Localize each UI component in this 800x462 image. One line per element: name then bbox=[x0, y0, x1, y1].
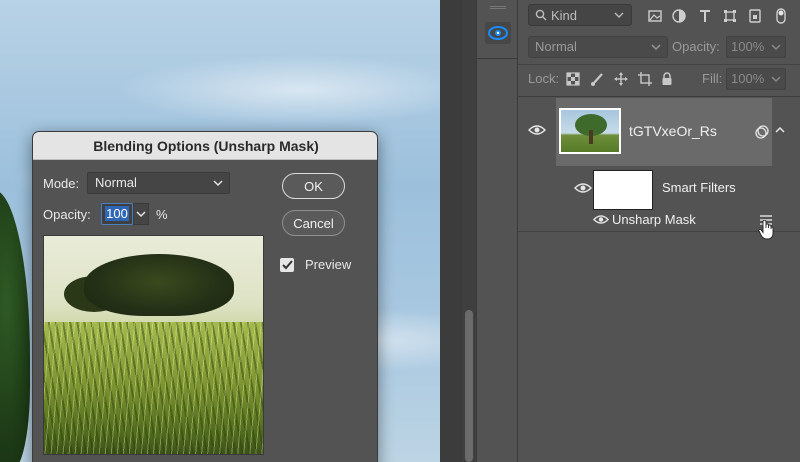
lock-image-pixels-icon[interactable] bbox=[588, 70, 606, 88]
fill-label: Fill: bbox=[702, 71, 723, 86]
smart-filters-label: Smart Filters bbox=[662, 180, 736, 195]
lock-position-icon[interactable] bbox=[612, 70, 630, 88]
cancel-button[interactable]: Cancel bbox=[282, 210, 345, 236]
kind-filter-select[interactable]: Kind bbox=[528, 4, 632, 26]
opacity-slider-dropdown[interactable] bbox=[133, 203, 149, 225]
opacity-percent-unit: % bbox=[156, 207, 168, 222]
adjustment-filter-icon[interactable] bbox=[670, 7, 688, 25]
lock-all-icon[interactable] bbox=[658, 70, 676, 88]
lock-label: Lock: bbox=[528, 71, 560, 86]
pixel-filter-icon[interactable] bbox=[646, 7, 664, 25]
dialog-opacity-label: Opacity: bbox=[43, 207, 91, 222]
chevron-down-icon bbox=[136, 211, 146, 217]
layer-opacity-label: Opacity: bbox=[672, 39, 720, 54]
layers-panel: Kind Normal Opacity: 100% Lock: Fill: 10… bbox=[518, 0, 800, 462]
eye-icon[interactable] bbox=[593, 214, 609, 225]
layer-name[interactable]: tGTVxeOr_Rs bbox=[629, 123, 717, 139]
eye-icon[interactable] bbox=[528, 124, 546, 136]
layer-opacity-field[interactable]: 100% bbox=[726, 36, 786, 58]
chevron-down-icon bbox=[771, 76, 781, 82]
dialog-opacity-value: 100 bbox=[105, 206, 129, 221]
filter-name-unsharp-mask[interactable]: Unsharp Mask bbox=[612, 212, 696, 227]
preview-grass bbox=[44, 322, 263, 454]
smart-filter-indicator-icon bbox=[755, 125, 769, 139]
mode-select[interactable]: Normal bbox=[87, 172, 230, 194]
smart-filters-row[interactable]: Smart Filters Unsharp Mask bbox=[518, 166, 800, 240]
chevron-up-icon[interactable] bbox=[775, 125, 785, 135]
filter-toggle-icon[interactable] bbox=[772, 7, 790, 25]
search-icon bbox=[535, 9, 547, 21]
smart-object-filter-icon[interactable] bbox=[746, 7, 764, 25]
preview-tree bbox=[84, 254, 234, 316]
strip-divider bbox=[477, 58, 519, 59]
thumbnail-trunk bbox=[589, 130, 593, 144]
preview-checkbox[interactable] bbox=[280, 258, 294, 272]
chevron-down-icon bbox=[771, 44, 781, 50]
checkmark-icon bbox=[281, 260, 293, 270]
layer-thumbnail bbox=[559, 108, 621, 154]
lock-transparent-pixels-icon[interactable] bbox=[564, 70, 582, 88]
mode-value: Normal bbox=[95, 175, 137, 190]
layer-row[interactable]: tGTVxeOr_Rs bbox=[518, 98, 800, 166]
chevron-down-icon bbox=[213, 180, 223, 186]
blending-options-dialog: Blending Options (Unsharp Mask) Mode: No… bbox=[32, 131, 378, 462]
shape-filter-icon[interactable] bbox=[721, 7, 739, 25]
eye-icon[interactable] bbox=[574, 182, 592, 194]
canvas-tree-foliage bbox=[0, 190, 30, 462]
hand-cursor-icon bbox=[758, 220, 774, 240]
blend-mode-value: Normal bbox=[535, 39, 577, 54]
canvas-edge bbox=[440, 0, 462, 462]
eye-circle-icon bbox=[488, 26, 508, 40]
strip-panel-button[interactable] bbox=[485, 22, 511, 44]
type-filter-icon[interactable] bbox=[696, 7, 714, 25]
panel-grip[interactable] bbox=[490, 6, 506, 9]
lock-artboard-icon[interactable] bbox=[636, 70, 654, 88]
dialog-title: Blending Options (Unsharp Mask) bbox=[93, 137, 319, 154]
lock-row: Lock: Fill: 100% bbox=[518, 68, 800, 90]
preview-image bbox=[43, 235, 264, 455]
layer-filter-row: Kind bbox=[518, 4, 800, 28]
chevron-down-icon bbox=[651, 44, 661, 50]
layer-opacity-value: 100% bbox=[731, 39, 765, 54]
kind-filter-label: Kind bbox=[551, 7, 578, 23]
scrollbar-thumb[interactable] bbox=[465, 310, 473, 462]
collapsed-panel-strip bbox=[476, 0, 519, 462]
fill-value: 100% bbox=[731, 71, 765, 86]
blend-mode-select[interactable]: Normal bbox=[528, 36, 668, 58]
dialog-titlebar[interactable]: Blending Options (Unsharp Mask) bbox=[33, 132, 377, 160]
mode-label: Mode: bbox=[43, 176, 80, 191]
panel-divider bbox=[518, 64, 800, 65]
blend-row: Normal Opacity: 100% bbox=[518, 36, 800, 58]
chevron-down-icon bbox=[614, 12, 624, 18]
canvas-vertical-scrollbar[interactable] bbox=[462, 0, 476, 462]
fill-field[interactable]: 100% bbox=[726, 68, 786, 90]
preview-label[interactable]: Preview bbox=[305, 257, 351, 272]
ok-button[interactable]: OK bbox=[282, 173, 345, 199]
dialog-opacity-input[interactable]: 100 bbox=[101, 203, 133, 225]
panel-divider bbox=[518, 96, 800, 97]
smart-filter-mask-thumbnail[interactable] bbox=[593, 170, 653, 210]
